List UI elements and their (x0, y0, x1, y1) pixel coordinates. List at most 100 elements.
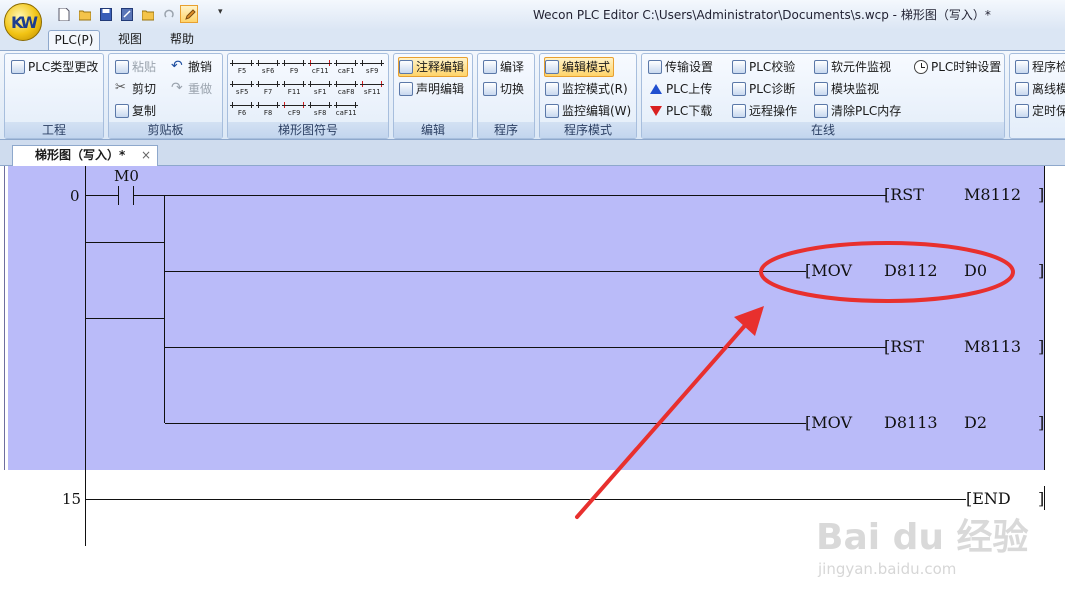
compile-icon (483, 60, 497, 74)
undo-label: 撤销 (188, 60, 213, 74)
watermark-logo: Bai du 经验 (816, 517, 1029, 558)
tab-help[interactable]: 帮助 (160, 30, 204, 50)
plc-upload-button[interactable]: PLC上传 (648, 79, 712, 99)
offline-mode-label: 离线模 (1032, 82, 1065, 96)
clock-icon (914, 60, 928, 74)
invert-icon (360, 81, 384, 87)
symbol-delete-line[interactable]: cF11 (308, 57, 332, 77)
remote-operation-icon (732, 104, 746, 118)
device-monitor-button[interactable]: 软元件监视 (814, 57, 891, 77)
plc-verify-label: PLC校验 (749, 60, 796, 74)
instruction-arg-4b[interactable]: D2 (964, 413, 987, 432)
symbol-parallel-falling[interactable]: caF8 (334, 78, 358, 98)
qat-active-button[interactable] (180, 5, 198, 23)
monitor-mode-button[interactable]: 监控模式(R) (545, 79, 628, 99)
tab-view[interactable]: 视图 (108, 30, 152, 50)
edit-mode-button[interactable]: 编辑模式 (544, 57, 615, 77)
monitor-edit-button[interactable]: 监控编辑(W) (545, 101, 631, 121)
module-monitor-button[interactable]: 模块监视 (814, 79, 879, 99)
plc-clock-settings-button[interactable]: PLC时钟设置 (914, 57, 1001, 77)
rung-0-wire-b (134, 195, 886, 196)
instruction-arg-2b[interactable]: D0 (964, 261, 987, 280)
qat-customize-icon[interactable]: ▾ (218, 7, 223, 17)
symbol-invert[interactable]: sF11 (360, 78, 384, 98)
instruction-close-4: ] (1038, 413, 1045, 432)
remote-operation-button[interactable]: 远程操作 (732, 101, 797, 121)
redo-icon (171, 78, 185, 98)
module-monitor-icon (814, 82, 828, 96)
new-file-button[interactable] (54, 5, 72, 23)
group-extra: 程序检 离线模 定时保 (1009, 53, 1065, 139)
comment-edit-button[interactable]: 注释编辑 (398, 57, 469, 77)
symbol-closed-contact[interactable]: sF5 (230, 78, 254, 98)
tab-ladder-diagram[interactable]: 梯形图（写入）* × (12, 145, 158, 166)
contact-m0-label: M0 (114, 167, 139, 185)
save-button[interactable] (96, 5, 114, 23)
symbol-operation-result[interactable]: caF11 (334, 99, 358, 119)
clear-plc-memory-button[interactable]: 清除PLC内存 (814, 101, 901, 121)
symbol-open-contact[interactable]: F5 (230, 57, 254, 77)
auto-save-icon (1015, 104, 1029, 118)
copy-button[interactable]: 复制 (115, 101, 156, 121)
edit-mode-icon (545, 60, 559, 74)
save-as-icon (121, 8, 133, 21)
title-bar: KW ▾ Wecon PLC Editor C:\Users\Administr… (0, 0, 1065, 41)
switch-button[interactable]: 切换 (483, 79, 524, 99)
open-file-button[interactable] (75, 5, 93, 23)
contact-icon (230, 81, 254, 87)
statement-edit-button[interactable]: 声明编辑 (399, 79, 464, 99)
compile-button[interactable]: 编译 (483, 57, 524, 77)
qat-undo-button[interactable] (159, 5, 177, 23)
symbol-rising-contact[interactable]: caF1 (334, 57, 358, 77)
symbol-instruction[interactable]: F8 (256, 99, 280, 119)
symbol-parallel-contact-2[interactable]: sF9 (360, 57, 384, 77)
program-check-button[interactable]: 程序检 (1015, 57, 1065, 77)
symbol-delete-vertical[interactable]: cF9 (282, 99, 306, 119)
transfer-settings-icon (648, 60, 662, 74)
transfer-settings-button[interactable]: 传输设置 (648, 57, 713, 77)
symbol-parallel-closed[interactable]: F6 (230, 99, 254, 119)
auto-save-button[interactable]: 定时保 (1015, 101, 1065, 121)
symbol-coil[interactable]: F7 (256, 78, 280, 98)
plc-verify-button[interactable]: PLC校验 (732, 57, 795, 77)
rung-1-step-number: 15 (62, 490, 82, 508)
folder-button[interactable] (138, 5, 156, 23)
cut-button[interactable]: 剪切 (115, 78, 156, 99)
instruction-arg-3[interactable]: M8113 (964, 337, 1021, 356)
instruction-arg-2a[interactable]: D8112 (884, 261, 938, 280)
symbol-horizontal-line[interactable]: F9 (282, 57, 306, 77)
instruction-op-3[interactable]: [RST (884, 337, 924, 356)
symbol-parallel-open-contact[interactable]: sF6 (256, 57, 280, 77)
save-as-button[interactable] (117, 5, 135, 23)
paste-button[interactable]: 粘贴 (115, 57, 156, 77)
app-menu-button[interactable]: KW (4, 3, 42, 41)
device-monitor-label: 软元件监视 (831, 60, 892, 74)
plc-download-button[interactable]: PLC下载 (648, 101, 712, 121)
download-arrow-icon (650, 106, 662, 116)
symbol-parallel-rising[interactable]: sF8 (308, 99, 332, 119)
plc-type-change-button[interactable]: PLC类型更改 (11, 57, 98, 77)
instruction-op-4[interactable]: [MOV (805, 413, 852, 432)
redo-button[interactable]: 重做 (171, 78, 213, 99)
symbol-vertical-line[interactable]: F11 (282, 78, 306, 98)
instruction-op-1[interactable]: [RST (884, 185, 924, 204)
contact-icon (230, 60, 254, 66)
upload-arrow-icon (650, 84, 662, 94)
monitor-mode-icon (545, 82, 559, 96)
undo-button[interactable]: 撤销 (171, 56, 213, 77)
program-check-icon (1015, 60, 1029, 74)
close-icon[interactable]: × (141, 146, 151, 165)
group-program-mode: 编辑模式 监控模式(R) 监控编辑(W) 程序模式 (539, 53, 637, 139)
instruction-arg-4a[interactable]: D8113 (884, 413, 938, 432)
instruction-arg-1[interactable]: M8112 (964, 185, 1021, 204)
tab-plc[interactable]: PLC(P) (48, 30, 100, 50)
symbol-falling-contact[interactable]: sF1 (308, 78, 332, 98)
switch-label: 切换 (500, 82, 525, 96)
new-file-icon (58, 8, 70, 21)
branch-wire-4 (165, 423, 806, 424)
instruction-op-2[interactable]: [MOV (805, 261, 852, 280)
grid-line-1 (86, 242, 165, 243)
offline-mode-button[interactable]: 离线模 (1015, 79, 1065, 99)
plc-diagnose-button[interactable]: PLC诊断 (732, 79, 795, 99)
redo-label: 重做 (188, 82, 213, 96)
